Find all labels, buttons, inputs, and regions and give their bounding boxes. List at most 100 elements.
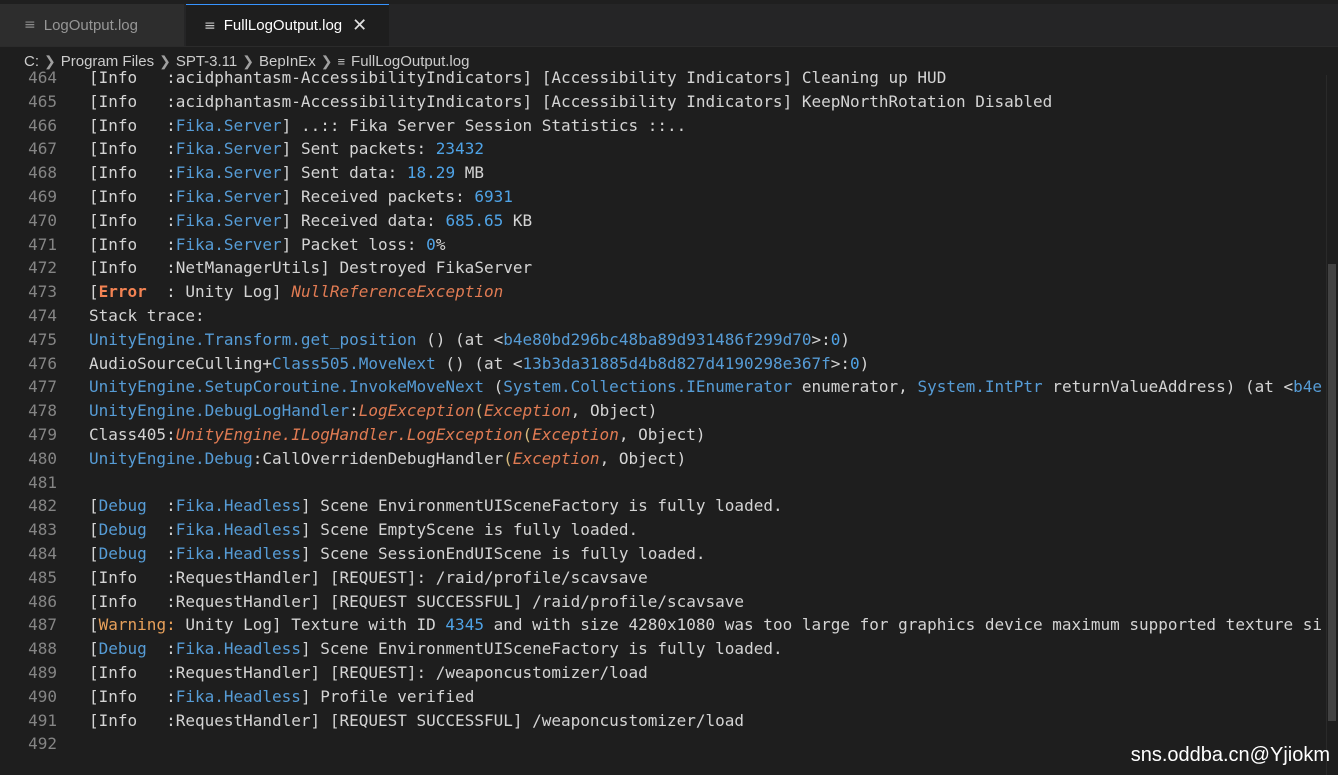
code-line[interactable]: 469 [Info :Fika.Server] Received packets:…	[0, 185, 513, 209]
code-line[interactable]: 491 [Info :RequestHandler] [REQUEST SUCCE…	[0, 709, 744, 733]
close-tab-button[interactable]: ✕	[352, 15, 367, 36]
code-token: returnValueAddress) (at <	[1042, 377, 1294, 397]
code-token: :	[146, 496, 176, 516]
code-token: Fika.Headless	[175, 639, 301, 659]
code-line[interactable]: 467 [Info :Fika.Server] Sent packets: 234…	[0, 137, 484, 161]
line-number: 473	[28, 282, 57, 302]
line-number: 475	[28, 329, 57, 349]
code-line[interactable]: 489 [Info :RequestHandler] [REQUEST]: /we…	[0, 661, 648, 685]
code-token: ] Scene SessionEndUIScene is fully loade…	[300, 544, 706, 563]
code-line[interactable]: 472 [Info :NetManagerUtils] Destroyed Fik…	[0, 256, 532, 280]
code-token: Debug	[98, 520, 147, 540]
watermark: sns.oddba.cn@Yjiokm	[1130, 744, 1330, 766]
code-line[interactable]: 478 UnityEngine.DebugLogHandler:LogExcept…	[0, 399, 657, 423]
code-line[interactable]: 485 [Info :RequestHandler] [REQUEST]: /ra…	[0, 566, 648, 590]
code-token: Fika.Server	[175, 163, 282, 183]
code-token: ] Sent packets:	[281, 139, 436, 159]
code-line[interactable]: 473 [Error : Unity Log] NullReferenceExce…	[0, 280, 503, 304]
code-token: Class505.MoveNext	[272, 353, 436, 373]
code-token: b4e	[1293, 377, 1323, 397]
editor-tab-bar: ≡ LogOutput.log ≡ FullLogOutput.log ✕	[0, 4, 1338, 47]
code-token: ] Scene EnvironmentUISceneFactory is ful…	[300, 639, 783, 659]
scrollbar-thumb[interactable]	[1328, 264, 1336, 721]
code-token: ] Profile verified	[300, 686, 475, 706]
code-token: [	[89, 544, 99, 563]
code-token: enumerator,	[792, 377, 918, 397]
code-token: :	[349, 401, 359, 421]
code-token: [	[89, 282, 99, 302]
breadcrumb-item-file[interactable]: FullLogOutput.log	[351, 53, 469, 70]
code-token: [Info :	[89, 187, 176, 206]
code-token: )	[859, 353, 870, 373]
code-line[interactable]: 492	[0, 732, 89, 756]
code-token: ] Received packets:	[281, 187, 475, 206]
file-lines-icon: ≡	[337, 53, 346, 69]
code-line[interactable]: 481	[0, 471, 89, 495]
code-token: , Object)	[570, 401, 658, 421]
code-token: Fika.Headless	[175, 686, 301, 706]
line-number: 469	[28, 187, 57, 206]
code-token: 4345	[445, 615, 484, 635]
code-token: :	[146, 544, 176, 563]
line-number: 472	[28, 258, 57, 278]
breadcrumb-item-bepinex[interactable]: BepInEx	[259, 53, 316, 70]
code-token: AudioSourceCulling+	[89, 353, 273, 373]
code-line[interactable]: 466 [Info :Fika.Server] ..:: Fika Server …	[0, 114, 686, 138]
chevron-right-icon: ❯	[159, 52, 171, 69]
code-token: ] Scene EmptyScene is fully loaded.	[300, 520, 639, 540]
code-token: :	[146, 520, 176, 540]
code-line[interactable]: 484 [Debug :Fika.Headless] Scene SessionE…	[0, 542, 706, 566]
code-token: [Info :	[89, 163, 176, 183]
code-token: UnityEngine.DebugLogHandler	[89, 401, 350, 421]
code-line[interactable]: 483 [Debug :Fika.Headless] Scene EmptySce…	[0, 518, 638, 542]
line-number: 492	[28, 734, 57, 754]
code-token: 0	[830, 329, 841, 349]
code-token: [Info :	[89, 686, 176, 706]
code-line[interactable]: 464 [Info :acidphantasm-AccessibilityIndi…	[0, 69, 946, 90]
line-number: 488	[28, 639, 57, 659]
code-line[interactable]: 476 AudioSourceCulling+Class505.MoveNext …	[0, 352, 869, 376]
code-token: (	[503, 448, 513, 468]
tab-label: LogOutput.log	[43, 16, 138, 34]
code-line[interactable]: 482 [Debug :Fika.Headless] Scene Environm…	[0, 494, 783, 518]
code-line[interactable]: 479 Class405:UnityEngine.ILogHandler.LogE…	[0, 423, 705, 447]
code-token: Debug	[98, 544, 147, 563]
code-token: 23432	[435, 139, 484, 159]
code-token: ] Received data:	[281, 210, 446, 230]
code-line[interactable]: 465 [Info :acidphantasm-AccessibilityIndi…	[0, 90, 1052, 114]
code-line[interactable]: 490 [Info :Fika.Headless] Profile verifie…	[0, 685, 474, 709]
code-token: UnityEngine.SetupCoroutine.InvokeMoveNex…	[89, 377, 484, 397]
code-token: Warning:	[98, 615, 176, 635]
code-line[interactable]: 470 [Info :Fika.Server] Received data: 68…	[0, 209, 532, 233]
breadcrumb-item-drive[interactable]: C:	[24, 53, 39, 70]
code-line[interactable]: 486 [Info :RequestHandler] [REQUEST SUCCE…	[0, 590, 744, 614]
line-number: 466	[28, 115, 57, 135]
code-token: Stack trace:	[89, 306, 205, 325]
code-line[interactable]: 471 [Info :Fika.Server] Packet loss: 0%	[0, 233, 445, 257]
line-number: 476	[28, 353, 57, 373]
code-line[interactable]: 480 UnityEngine.Debug:CallOverridenDebugH…	[0, 447, 686, 471]
line-number: 490	[28, 686, 57, 706]
code-line[interactable]: 477 UnityEngine.SetupCoroutine.InvokeMove…	[0, 375, 1322, 399]
code-line[interactable]: 487 [Warning: Unity Log] Texture with ID …	[0, 613, 1322, 637]
code-token: 0	[426, 234, 436, 254]
code-token: [Info :NetManagerUtils] Destroyed FikaSe…	[89, 258, 533, 278]
code-line[interactable]: 474 Stack trace:	[0, 304, 205, 328]
code-token: (	[522, 425, 533, 444]
code-token: ] Packet loss:	[281, 234, 427, 254]
code-line[interactable]: 475 UnityEngine.Transform.get_position ()…	[0, 328, 850, 352]
breadcrumb-item-program-files[interactable]: Program Files	[61, 53, 154, 70]
code-line[interactable]: 468 [Info :Fika.Server] Sent data: 18.29 …	[0, 161, 484, 185]
code-token: [Info :RequestHandler] [REQUEST SUCCESSF…	[89, 591, 745, 611]
line-number: 477	[28, 377, 57, 397]
tab-fulllogoutput[interactable]: ≡ FullLogOutput.log ✕	[186, 4, 389, 46]
breadcrumb-item-spt[interactable]: SPT-3.11	[176, 53, 237, 70]
code-editor[interactable]: 464 [Info :acidphantasm-AccessibilityIndi…	[0, 69, 1338, 775]
code-token: and with size 4280x1080 was too large fo…	[483, 615, 1323, 635]
code-token: KB	[503, 210, 533, 230]
code-line[interactable]: 488 [Debug :Fika.Headless] Scene Environm…	[0, 637, 783, 661]
code-token: UnityEngine.Transform.get_position	[89, 329, 417, 349]
line-number: 465	[28, 91, 57, 111]
code-token: MB	[455, 163, 484, 183]
tab-logoutput[interactable]: ≡ LogOutput.log	[0, 4, 184, 46]
